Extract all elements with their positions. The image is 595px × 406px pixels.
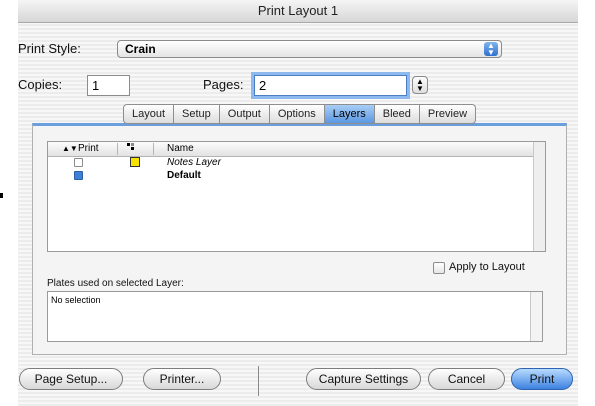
layer-name: Notes Layer xyxy=(167,157,221,168)
apply-to-layout-checkbox[interactable] xyxy=(433,262,445,274)
copies-field[interactable]: 1 xyxy=(87,75,130,96)
tab-bleed[interactable]: Bleed xyxy=(374,104,420,124)
copies-label: Copies: xyxy=(18,77,63,92)
layers-list-header: ▲▼ Print Name xyxy=(48,142,535,157)
print-style-value: Crain xyxy=(125,42,156,56)
apply-to-layout-label[interactable]: Apply to Layout xyxy=(449,261,525,273)
column-separator xyxy=(117,143,118,155)
plates-content: No selection xyxy=(51,295,101,305)
column-print[interactable]: Print xyxy=(78,142,99,156)
layer-color-swatch xyxy=(130,157,140,167)
popup-arrows-icon: ▲ ▼ xyxy=(484,42,498,57)
capture-settings-button[interactable]: Capture Settings xyxy=(306,368,421,390)
edge-mark xyxy=(0,193,3,198)
pages-label: Pages: xyxy=(203,77,244,92)
cancel-button[interactable]: Cancel xyxy=(428,368,505,390)
print-style-label: Print Style: xyxy=(18,41,81,56)
tab-options[interactable]: Options xyxy=(269,104,325,124)
table-row[interactable]: Default xyxy=(48,170,535,181)
tab-layers[interactable]: Layers xyxy=(324,104,375,124)
tab-bar: Layout Setup Output Options Layers Bleed… xyxy=(123,104,477,124)
popup-arrows-icon: ▲ ▼ xyxy=(416,77,424,93)
layers-list-scrollbar[interactable] xyxy=(533,142,545,251)
layers-list[interactable]: ▲▼ Print Name Notes Layer Default xyxy=(47,141,546,252)
pages-field[interactable]: 2 xyxy=(254,75,407,96)
layer-print-checkbox[interactable] xyxy=(74,158,83,167)
table-row[interactable]: Notes Layer xyxy=(48,157,535,168)
print-style-popup[interactable]: Crain ▲ ▼ xyxy=(117,40,502,58)
plates-label: Plates used on selected Layer: xyxy=(47,278,184,289)
tab-setup[interactable]: Setup xyxy=(174,104,220,124)
plates-list[interactable]: No selection xyxy=(47,291,543,342)
tab-output[interactable]: Output xyxy=(219,104,270,124)
layer-name: Default xyxy=(167,170,201,181)
column-separator xyxy=(153,143,154,155)
plates-scrollbar[interactable] xyxy=(530,292,542,341)
layer-color-column-icon[interactable] xyxy=(126,142,136,157)
printer-button[interactable]: Printer... xyxy=(143,368,221,390)
layer-print-checkbox[interactable] xyxy=(74,171,83,180)
page-setup-button[interactable]: Page Setup... xyxy=(19,368,123,390)
tab-layout[interactable]: Layout xyxy=(123,104,175,124)
window-title: Print Layout 1 xyxy=(18,0,578,23)
column-name[interactable]: Name xyxy=(167,142,194,156)
print-layout-dialog: Print Layout 1 Print Style: Crain ▲ ▼ Cop… xyxy=(18,0,578,406)
tab-preview[interactable]: Preview xyxy=(419,104,477,124)
print-button[interactable]: Print xyxy=(511,368,573,390)
button-separator xyxy=(258,366,259,396)
pages-popup-button[interactable]: ▲ ▼ xyxy=(412,76,428,94)
sort-arrows-icon: ▲▼ xyxy=(62,144,78,153)
